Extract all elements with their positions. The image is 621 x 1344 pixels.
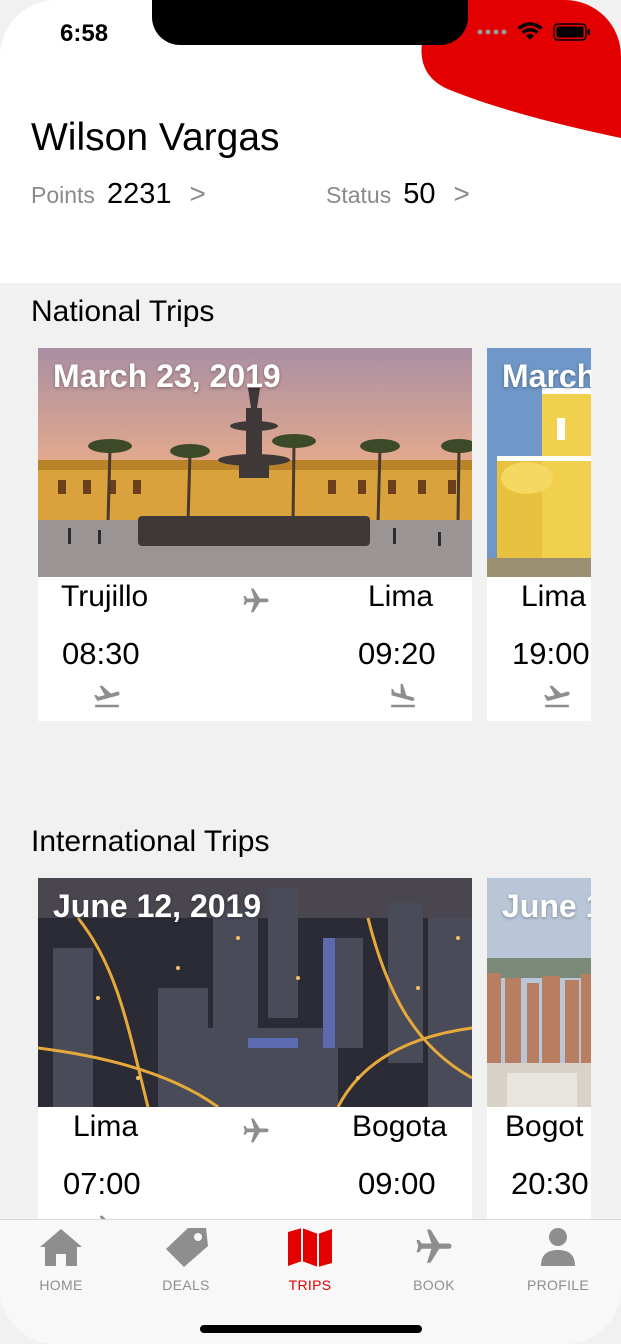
trip-card[interactable]: June 1 Bogot 20:30 [487, 878, 591, 1219]
trip-photo: June 1 [487, 878, 591, 1107]
tab-home[interactable]: HOME [6, 1226, 116, 1293]
chevron-right-icon: > [453, 178, 470, 209]
chevron-right-icon: > [189, 178, 206, 209]
status-link[interactable]: Status 50 > [326, 178, 470, 211]
trip-card[interactable]: March Lima 19:00 [487, 348, 591, 721]
points-value: 2231 [106, 178, 172, 210]
tab-label: HOME [39, 1277, 83, 1293]
airplane-icon [243, 588, 269, 613]
destination-city: Lima [368, 580, 434, 613]
person-icon [541, 1228, 575, 1266]
departure-time: 07:00 [63, 1166, 141, 1201]
profile-header: 6:58 Wilson Vargas Points 2231 > Status … [0, 0, 621, 283]
status-label: Status [326, 182, 392, 208]
destination-city: Bogota [352, 1110, 448, 1143]
trip-date: June 12, 2019 [53, 888, 262, 924]
trip-date: March 23, 2019 [53, 358, 281, 394]
arrival-time: 09:20 [358, 636, 436, 671]
user-name: Wilson Vargas [31, 116, 280, 159]
international-trips-carousel[interactable]: June 12, 2019 Lima Bogota 07:00 09:00 Ju… [38, 878, 591, 1219]
points-label: Points [31, 182, 95, 208]
map-icon [288, 1228, 332, 1267]
points-link[interactable]: Points 2231 > [31, 178, 206, 211]
national-trips-title: National Trips [31, 295, 215, 328]
international-trips-title: International Trips [31, 825, 270, 858]
airplane-icon [243, 1118, 269, 1143]
origin-city: Lima [73, 1110, 139, 1143]
arrival-time: 09:00 [358, 1166, 436, 1201]
airplane-icon [416, 1229, 452, 1263]
departure-time: 20:30 [511, 1166, 589, 1201]
status-bar: 6:58 [0, 0, 621, 70]
battery-icon [553, 23, 590, 41]
tab-profile[interactable]: PROFILE [503, 1226, 613, 1293]
flight-land-icon [391, 683, 415, 708]
flight-takeoff-icon [544, 685, 570, 708]
tab-label: PROFILE [526, 1277, 589, 1293]
tab-label: DEALS [162, 1277, 210, 1293]
departure-time: 19:00 [512, 636, 590, 671]
tab-deals[interactable]: DEALS [131, 1226, 241, 1293]
departure-time: 08:30 [62, 636, 140, 671]
status-value: 50 [403, 178, 436, 210]
trip-photo: March [487, 348, 591, 577]
status-icons [477, 22, 591, 42]
trip-photo: June 12, 2019 [38, 878, 472, 1107]
cellular-signal-icon [477, 29, 507, 35]
app-screen: 6:58 Wilson Vargas Points 2231 > Status … [0, 0, 621, 1344]
tab-trips[interactable]: TRIPS [255, 1226, 365, 1293]
flight-takeoff-icon [94, 685, 120, 708]
trip-photo: March 23, 2019 [38, 348, 472, 577]
trip-card[interactable]: March 23, 2019 Trujillo Lima 08:30 09:20 [38, 348, 472, 721]
home-icon [40, 1229, 82, 1266]
home-indicator[interactable] [200, 1325, 422, 1333]
tab-label: TRIPS [288, 1277, 332, 1293]
national-trips-carousel[interactable]: March 23, 2019 Trujillo Lima 08:30 09:20 [38, 348, 591, 721]
origin-city: Lima [521, 580, 587, 613]
trip-date: June 1 [502, 888, 591, 924]
flight-takeoff-icon [99, 1215, 106, 1219]
origin-city: Trujillo [61, 580, 149, 613]
tab-label: BOOK [413, 1277, 455, 1293]
tag-icon [166, 1228, 208, 1267]
device-notch [152, 0, 468, 45]
tab-book[interactable]: BOOK [379, 1226, 489, 1293]
wifi-icon [517, 22, 543, 40]
trip-card[interactable]: June 12, 2019 Lima Bogota 07:00 09:00 [38, 878, 472, 1219]
trip-date: March [502, 358, 591, 394]
origin-city: Bogot [505, 1110, 584, 1143]
clock: 6:58 [60, 20, 109, 47]
